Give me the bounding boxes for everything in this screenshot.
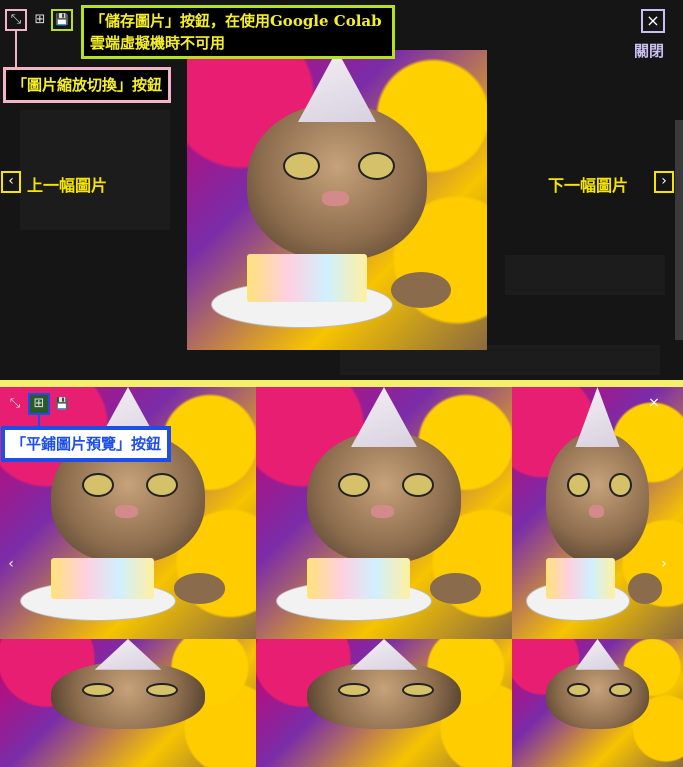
close-label: 關閉: [634, 42, 665, 60]
tile-preview-icon[interactable]: ⊞: [31, 11, 49, 29]
tile-image: [0, 639, 256, 767]
lightbox-single-view: ⤡ ⊞ 💾 「儲存圖片」按鈕，在使用Google Colab雲端虛擬機時不可用 …: [0, 0, 683, 380]
tile-image: [256, 639, 512, 767]
background-ui-block: [20, 110, 170, 230]
rainbow-cake: [247, 254, 367, 302]
previous-image-button[interactable]: ‹: [1, 171, 21, 193]
scrollbar[interactable]: [675, 120, 683, 340]
lightbox-tiled-view: ⤡ ⊞ 💾 「平鋪圖片預覽」按鈕 ‹ › ×: [0, 387, 683, 767]
cat-head: [247, 104, 427, 260]
save-image-icon[interactable]: 💾: [51, 9, 73, 31]
tile-button-callout-text: 「平鋪圖片預覽」按鈕: [11, 435, 162, 453]
save-button-callout: 「儲存圖片」按鈕，在使用Google Colab雲端虛擬機時不可用: [81, 5, 395, 59]
background-ui-block: [505, 255, 665, 295]
tile-preview-icon[interactable]: ⊞: [28, 393, 50, 415]
cat-eye: [283, 152, 320, 180]
tile-image: [512, 639, 683, 767]
close-button[interactable]: ×: [641, 9, 665, 33]
zoom-toggle-icon[interactable]: ⤡: [6, 395, 24, 413]
divider: [0, 380, 683, 387]
tile-image: [512, 387, 683, 639]
save-image-icon[interactable]: 💾: [53, 395, 71, 413]
party-hat: [298, 50, 376, 122]
previous-image-button[interactable]: ‹: [3, 556, 19, 574]
previous-image-label: 上一幅圖片: [27, 176, 108, 195]
next-image-label: 下一幅圖片: [548, 176, 629, 195]
cat-paw: [391, 272, 451, 308]
cat-eye: [358, 152, 395, 180]
cat-nose: [322, 191, 349, 206]
next-image-button[interactable]: ›: [656, 556, 672, 574]
callout-connector: [15, 31, 17, 68]
tile-image: [256, 387, 512, 639]
tile-button-callout: 「平鋪圖片預覽」按鈕: [1, 426, 172, 462]
zoom-toggle-icon[interactable]: ⤡: [5, 9, 27, 31]
cat-image: [187, 50, 487, 350]
close-button[interactable]: ×: [646, 395, 662, 413]
zoom-button-callout: 「圖片縮放切換」按鈕: [3, 67, 172, 103]
save-button-callout-text: 「儲存圖片」按鈕，在使用Google Colab雲端虛擬機時不可用: [90, 12, 382, 52]
zoom-button-callout-text: 「圖片縮放切換」按鈕: [12, 76, 163, 94]
next-image-button[interactable]: ›: [654, 171, 674, 193]
